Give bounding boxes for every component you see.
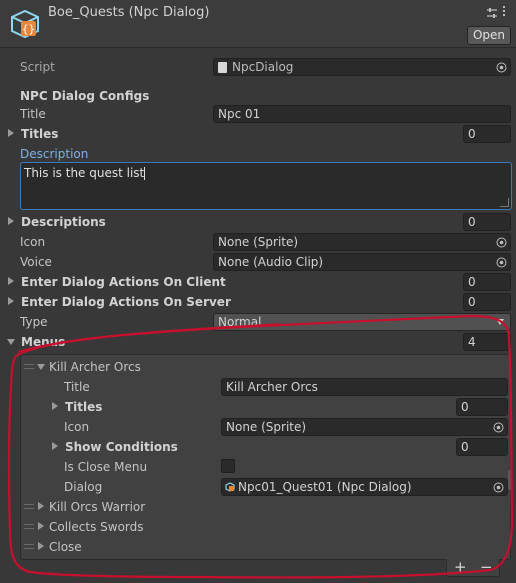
menu-titles-foldout-arrow[interactable] <box>52 402 58 410</box>
icon-label: Icon <box>20 235 46 249</box>
menu-item-name[interactable]: Close <box>49 539 82 555</box>
menu-icon-value: None (Sprite) <box>226 420 307 434</box>
icon-field[interactable]: None (Sprite) <box>213 233 511 251</box>
dialog-label: Dialog <box>64 480 103 494</box>
csharp-script-icon <box>218 62 227 73</box>
menu-titles-label[interactable]: Titles <box>65 399 102 415</box>
dialog-value: Npc01_Quest01 (Npc Dialog) <box>238 480 412 494</box>
menu-title-input[interactable]: Kill Archer Orcs <box>221 378 508 396</box>
descriptions-label[interactable]: Descriptions <box>21 214 106 230</box>
show-conditions-foldout-arrow[interactable] <box>52 442 58 450</box>
is-close-checkbox[interactable] <box>221 459 235 473</box>
reorder-handle[interactable] <box>24 504 34 509</box>
object-picker-icon[interactable] <box>492 421 504 433</box>
type-value: Normal <box>218 315 262 329</box>
script-label: Script <box>20 60 55 74</box>
chevron-down-icon <box>496 319 504 325</box>
menu-item-name[interactable]: Kill Archer Orcs <box>49 359 141 375</box>
title-label: Title <box>20 107 46 121</box>
show-conditions-count[interactable]: 0 <box>456 438 508 456</box>
add-element-button[interactable]: + <box>454 559 467 575</box>
object-picker-icon[interactable] <box>492 481 504 493</box>
dialog-field[interactable]: Npc01_Quest01 (Npc Dialog) <box>221 478 508 496</box>
script-value: NpcDialog <box>232 60 294 74</box>
resize-grip[interactable] <box>500 198 509 207</box>
menu-item-foldout-arrow[interactable] <box>38 522 44 530</box>
enter-server-foldout-arrow[interactable] <box>8 297 14 305</box>
settings-sliders-icon[interactable] <box>486 7 498 19</box>
voice-field[interactable]: None (Audio Clip) <box>213 253 511 271</box>
descriptions-count[interactable]: 0 <box>463 213 511 231</box>
script-asset-icon: {} <box>11 9 39 39</box>
type-dropdown[interactable]: Normal <box>213 313 511 331</box>
description-text: This is the quest list <box>24 166 145 180</box>
context-menu-icon[interactable] <box>503 6 506 19</box>
reorder-handle[interactable] <box>24 364 34 369</box>
svg-text:{}: {} <box>22 23 35 36</box>
description-textarea[interactable]: This is the quest list <box>20 162 512 210</box>
menu-item-foldout-arrow[interactable] <box>38 502 44 510</box>
object-picker-icon[interactable] <box>495 236 507 248</box>
reorder-handle[interactable] <box>24 544 34 549</box>
menus-label[interactable]: Menus <box>21 334 65 350</box>
object-picker-icon[interactable] <box>495 256 507 268</box>
open-button[interactable]: Open <box>467 26 511 45</box>
enter-server-count[interactable]: 0 <box>463 293 511 311</box>
menu-icon-field[interactable]: None (Sprite) <box>221 418 508 436</box>
menu-item-foldout-arrow[interactable] <box>37 364 45 370</box>
title-input[interactable]: Npc 01 <box>213 105 511 123</box>
titles-label[interactable]: Titles <box>21 126 58 142</box>
enter-server-label[interactable]: Enter Dialog Actions On Server <box>21 294 231 310</box>
scrollbar[interactable] <box>508 470 512 490</box>
enter-client-count[interactable]: 0 <box>463 273 511 291</box>
is-close-label: Is Close Menu <box>64 460 148 474</box>
npc-dialog-asset-icon <box>225 482 235 492</box>
show-conditions-label[interactable]: Show Conditions <box>65 439 178 455</box>
script-field[interactable]: NpcDialog <box>213 58 511 76</box>
text-caret <box>144 167 146 180</box>
titles-foldout-arrow[interactable] <box>8 129 14 137</box>
menu-item-name[interactable]: Kill Orcs Warrior <box>49 499 145 515</box>
menu-title-label: Title <box>64 380 90 394</box>
menu-titles-count[interactable]: 0 <box>456 398 508 416</box>
type-label: Type <box>20 315 48 329</box>
menu-item-name[interactable]: Collects Swords <box>49 519 144 535</box>
menu-item-foldout-arrow[interactable] <box>38 542 44 550</box>
enter-client-foldout-arrow[interactable] <box>8 277 14 285</box>
enter-client-label[interactable]: Enter Dialog Actions On Client <box>21 274 226 290</box>
menus-foldout-arrow[interactable] <box>7 339 15 345</box>
icon-value: None (Sprite) <box>218 235 299 249</box>
titles-count[interactable]: 0 <box>463 125 511 143</box>
reorder-handle[interactable] <box>24 524 34 529</box>
object-picker-icon[interactable] <box>495 61 507 73</box>
menu-icon-label: Icon <box>64 420 90 434</box>
remove-element-button[interactable]: − <box>480 559 493 575</box>
description-label: Description <box>20 147 89 161</box>
menus-count[interactable]: 4 <box>463 333 511 351</box>
voice-value: None (Audio Clip) <box>218 255 324 269</box>
inspector-title: Boe_Quests (Npc Dialog) <box>48 5 210 20</box>
descriptions-foldout-arrow[interactable] <box>8 217 14 225</box>
section-heading: NPC Dialog Configs <box>20 89 150 103</box>
voice-label: Voice <box>20 255 52 269</box>
